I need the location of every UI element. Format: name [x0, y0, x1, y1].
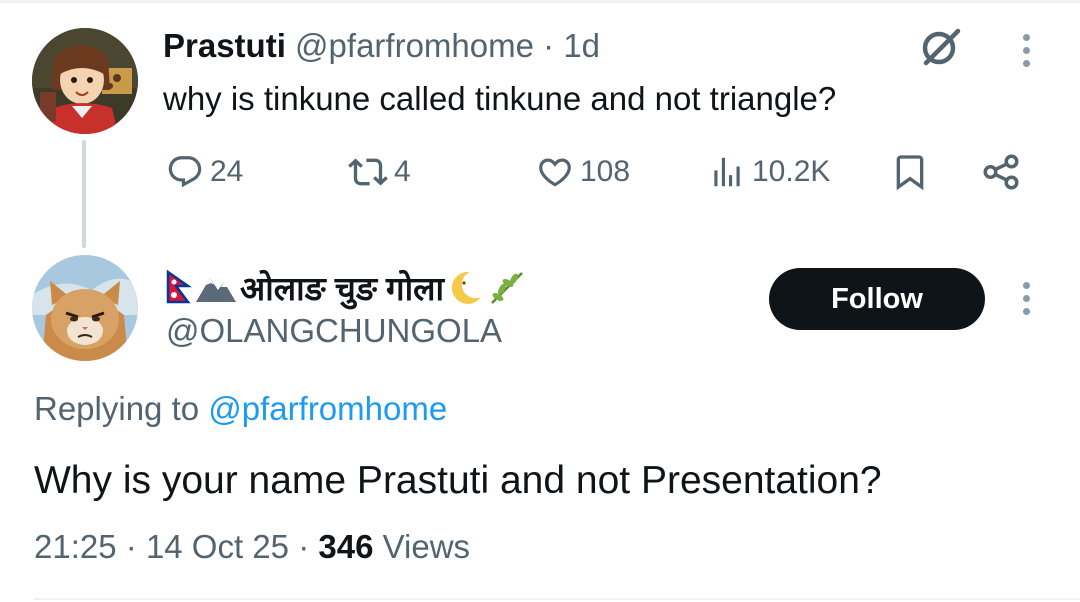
tweet-views-label: Views	[382, 528, 471, 565]
views-icon	[714, 157, 740, 187]
bookmark-icon	[896, 155, 924, 191]
crescent-moon-face-icon	[451, 271, 482, 304]
mountain-icon	[196, 278, 236, 302]
nepal-flag-icon	[166, 270, 192, 304]
reply-button[interactable]: 24	[166, 148, 243, 196]
reply-handle[interactable]: @OLANGCHUNGOLA	[166, 311, 502, 351]
views-button[interactable]: 10.2K	[708, 148, 830, 196]
like-button[interactable]: 108	[536, 148, 630, 196]
thread-line	[82, 140, 86, 248]
parent-avatar[interactable]	[32, 28, 138, 134]
separator-dot: ·	[543, 27, 555, 64]
separator-dot: ·	[298, 528, 310, 565]
parent-display-name[interactable]: Prastuti	[163, 27, 286, 64]
reply-avatar[interactable]	[32, 255, 138, 361]
replying-prefix: Replying to	[34, 390, 200, 427]
bottom-divider	[34, 598, 1080, 600]
reply-display-name: ओलाङ चुङ गोला	[240, 269, 445, 307]
more-icon[interactable]	[1020, 282, 1032, 315]
tweet-views-count: 346	[318, 528, 374, 565]
repost-button[interactable]: 4	[348, 148, 411, 196]
like-icon	[539, 158, 571, 187]
like-count: 108	[580, 155, 631, 188]
grok-icon[interactable]	[918, 25, 962, 69]
reply-display-name-row[interactable]: ओलाङ चुङ गोला	[166, 264, 526, 310]
follow-button[interactable]: Follow	[769, 268, 985, 330]
parent-header: Prastuti @pfarfromhome · 1d	[163, 26, 600, 66]
reply-count: 24	[210, 155, 244, 188]
share-icon	[983, 154, 1019, 190]
repost-count: 4	[394, 155, 411, 188]
parent-handle[interactable]: @pfarfromhome	[295, 27, 534, 64]
replying-to: Replying to @pfarfromhome	[34, 388, 447, 430]
reply-icon	[168, 156, 202, 188]
herb-icon	[491, 272, 523, 304]
tweet-meta: 21:25 · 14 Oct 25 · 346 Views	[34, 526, 470, 568]
parent-tweet-text: why is tinkune called tinkune and not tr…	[163, 80, 837, 117]
more-icon[interactable]	[1020, 34, 1032, 67]
separator-dot: ·	[125, 528, 137, 565]
tweet-timestamp[interactable]: 21:25	[34, 528, 117, 565]
share-button[interactable]	[980, 148, 1022, 196]
reply-tweet-text: Why is your name Prastuti and not Presen…	[34, 459, 882, 502]
tweet-date[interactable]: 14 Oct 25	[146, 528, 289, 565]
replying-mention-link[interactable]: @pfarfromhome	[208, 390, 447, 427]
views-count: 10.2K	[752, 155, 831, 188]
parent-time[interactable]: 1d	[563, 27, 600, 64]
repost-icon	[348, 158, 388, 186]
bookmark-button[interactable]	[890, 148, 930, 196]
top-divider	[0, 0, 1080, 3]
